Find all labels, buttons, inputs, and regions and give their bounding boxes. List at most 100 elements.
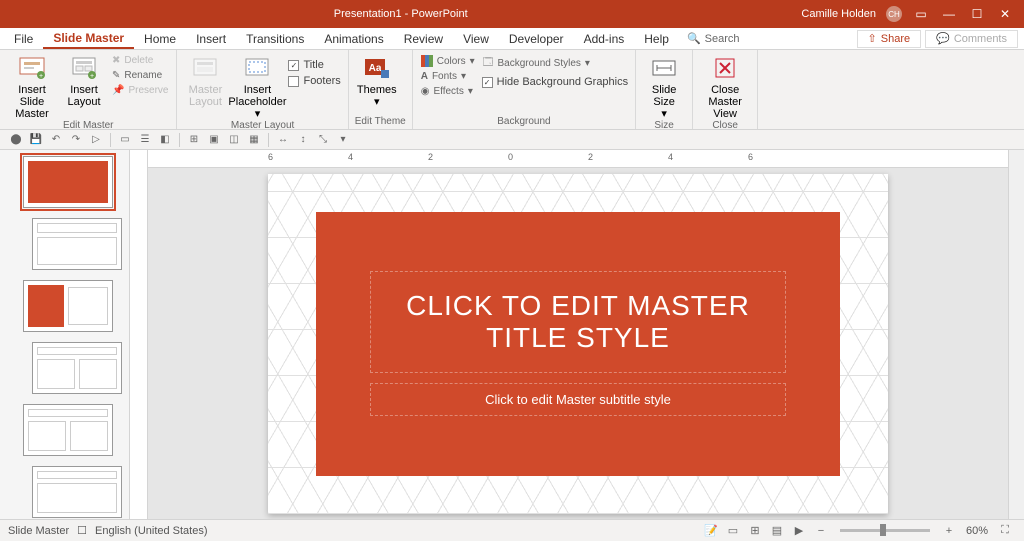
slide-sorter-icon[interactable]: ⊞ [745,523,765,539]
preserve-button[interactable]: 📌Preserve [110,84,170,97]
tab-insert[interactable]: Insert [186,28,236,49]
effects-icon: ◉ [421,86,430,97]
thumbnail-pane[interactable] [0,150,130,519]
layout-thumbnail[interactable] [32,218,122,270]
title-checkbox[interactable]: ✓Title [287,58,341,72]
slide-master-icon: + [18,54,46,82]
zoom-level[interactable]: 60% [966,525,988,537]
redo-icon[interactable]: ↷ [68,132,84,148]
rename-button[interactable]: ✎Rename [110,69,170,82]
title-placeholder[interactable]: Click to edit Master title style [370,271,786,373]
user-name[interactable]: Camille Holden [801,8,876,20]
save-icon[interactable]: 💾 [28,132,44,148]
fit-to-window-icon[interactable]: ⛶ [995,523,1015,539]
slide-master-thumbnail[interactable] [23,156,113,208]
tab-home[interactable]: Home [134,28,186,49]
layout-thumbnail[interactable] [32,342,122,394]
start-from-beginning-icon[interactable]: ▷ [88,132,104,148]
tab-file[interactable]: File [4,28,43,49]
share-icon: ⇧ [868,32,877,45]
qat-icon[interactable]: ▦ [246,132,262,148]
qat-more-icon[interactable]: ▾ [335,132,351,148]
zoom-in-button[interactable]: + [939,523,959,539]
zoom-out-button[interactable]: − [811,523,831,539]
slide-size-button[interactable]: Slide Size▾ [642,52,686,120]
vertical-ruler [130,150,148,519]
qat-icon[interactable]: ☰ [137,132,153,148]
slide-size-label: Slide Size▾ [642,84,686,120]
work-area: 6 4 2 0 2 4 6 Click to edit Master title… [0,150,1024,519]
maximize-icon[interactable]: ☐ [968,7,986,21]
svg-text:+: + [39,73,43,79]
tab-developer[interactable]: Developer [499,28,574,49]
accessibility-icon[interactable]: ☐ [77,524,87,537]
insert-slide-master-button[interactable]: + Insert Slide Master [6,52,58,120]
close-window-icon[interactable]: ✕ [996,7,1014,21]
rename-icon: ✎ [112,70,120,81]
tab-slide-master[interactable]: Slide Master [43,28,134,49]
slideshow-icon[interactable]: ▶ [789,523,809,539]
notes-button[interactable]: 📝 [701,523,721,539]
colors-icon [421,55,433,67]
layout-thumbnail[interactable] [32,466,122,518]
slide[interactable]: Click to edit Master title style Click t… [268,174,888,514]
hide-bg-graphics-checkbox[interactable]: ✓Hide Background Graphics [481,75,629,89]
footers-checkbox[interactable]: Footers [287,74,341,88]
reading-view-icon[interactable]: ▤ [767,523,787,539]
user-avatar[interactable]: CH [886,6,902,22]
ribbon-display-options-icon[interactable]: ▭ [912,7,930,21]
status-language[interactable]: English (United States) [95,525,208,537]
tab-animations[interactable]: Animations [314,28,393,49]
themes-button[interactable]: Aa Themes▾ [355,52,399,108]
effects-button[interactable]: ◉Effects▾ [419,85,477,98]
status-mode[interactable]: Slide Master [8,525,69,537]
qat-icon[interactable]: ↔ [275,132,291,148]
search-box[interactable]: 🔍 Search [679,32,748,45]
qat-icon[interactable]: ▣ [206,132,222,148]
slide-canvas[interactable]: Click to edit Master title style Click t… [148,168,1008,519]
master-layout-icon [191,54,219,82]
master-layout-label: Master Layout [183,84,227,108]
close-master-view-button[interactable]: Close Master View [699,52,751,120]
normal-view-icon[interactable]: ▭ [723,523,743,539]
group-close: Close Master View Close [693,50,758,129]
zoom-slider[interactable] [840,529,930,532]
qat-icon[interactable]: ◧ [157,132,173,148]
insert-layout-button[interactable]: + Insert Layout [62,52,106,108]
colors-button[interactable]: Colors▾ [419,54,477,68]
tab-help[interactable]: Help [634,28,679,49]
share-button[interactable]: ⇧ Share [857,30,922,48]
qat-icon[interactable]: ◫ [226,132,242,148]
qat-icon[interactable]: ▭ [117,132,133,148]
background-styles-button[interactable]: 🗔Background Styles▾ [481,54,629,73]
tab-addins[interactable]: Add-ins [574,28,635,49]
insert-layout-label: Insert Layout [62,84,106,108]
tab-transitions[interactable]: Transitions [236,28,314,49]
horizontal-ruler: 6 4 2 0 2 4 6 [148,150,1008,168]
insert-placeholder-button[interactable]: Insert Placeholder ▾ [231,52,283,120]
undo-icon[interactable]: ↶ [48,132,64,148]
group-master-layout: Master Layout Insert Placeholder ▾ ✓Titl… [177,50,348,129]
fonts-button[interactable]: AFonts▾ [419,70,477,83]
comments-button[interactable]: 💬 Comments [925,30,1018,48]
layout-thumbnail[interactable] [23,280,113,332]
delete-button[interactable]: ✖Delete [110,54,170,67]
share-label: Share [881,33,910,45]
svg-text:Aa: Aa [368,63,381,74]
layout-thumbnail[interactable] [23,404,113,456]
autosave-toggle[interactable]: ⬤ [8,132,24,148]
document-title: Presentation1 - PowerPoint [0,8,801,20]
search-placeholder: Search [705,33,740,45]
vertical-scrollbar[interactable] [1008,150,1024,519]
subtitle-placeholder[interactable]: Click to edit Master subtitle style [370,383,786,416]
qat-icon[interactable]: ⊞ [186,132,202,148]
quick-access-toolbar: ⬤ 💾 ↶ ↷ ▷ ▭ ☰ ◧ ⊞ ▣ ◫ ▦ ↔ ↕ ⤡ ▾ [0,130,1024,150]
master-layout-button[interactable]: Master Layout [183,52,227,108]
minimize-icon[interactable]: — [940,7,958,21]
group-edit-master: + Insert Slide Master + Insert Layout ✖D… [0,50,177,129]
preserve-icon: 📌 [112,85,124,96]
qat-icon[interactable]: ↕ [295,132,311,148]
tab-view[interactable]: View [453,28,499,49]
tab-review[interactable]: Review [394,28,453,49]
qat-icon[interactable]: ⤡ [315,132,331,148]
